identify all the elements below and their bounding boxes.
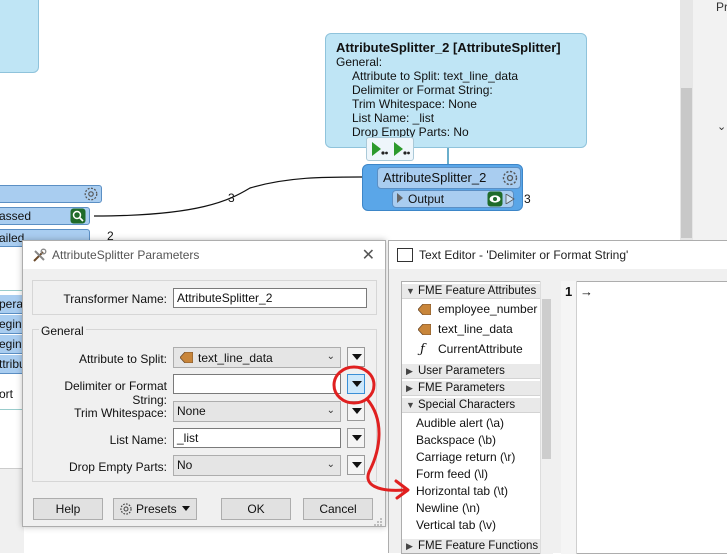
presets-label: Presets bbox=[136, 502, 177, 516]
ok-button[interactable]: OK bbox=[221, 498, 291, 520]
drop-empty-parts-label: Drop Empty Parts: bbox=[68, 460, 167, 474]
attribute-icon bbox=[180, 352, 193, 363]
attribute-to-split-combo[interactable]: text_line_data ⌄ bbox=[173, 347, 341, 368]
parameters-dialog: AttributeSplitter Parameters ✕ Transform… bbox=[22, 240, 386, 527]
line-number-gutter bbox=[561, 281, 577, 554]
output-arrow-icon bbox=[505, 194, 515, 204]
expand-triangle-icon[interactable] bbox=[397, 193, 403, 203]
function-icon: ƒ bbox=[420, 342, 425, 357]
close-icon[interactable]: ✕ bbox=[362, 245, 375, 265]
list-name-input[interactable]: _list bbox=[173, 428, 341, 448]
output-port-label: Output bbox=[408, 192, 445, 206]
trim-whitespace-combo[interactable]: None ⌄ bbox=[173, 401, 341, 422]
drop-empty-parts-value: No bbox=[177, 458, 193, 472]
chevron-down-icon: ▼ bbox=[406, 400, 415, 410]
upstream-transformer[interactable]: assed ailed bbox=[0, 185, 104, 247]
attribute-to-split-value: text_line_data bbox=[198, 351, 273, 365]
tree-item-label: text_line_data bbox=[438, 322, 513, 336]
triangle-down-icon bbox=[182, 506, 190, 511]
general-legend: General bbox=[39, 324, 86, 338]
trim-whitespace-value: None bbox=[177, 404, 206, 418]
category-feature-attributes[interactable]: ▼ FME Feature Attributes bbox=[402, 284, 540, 299]
tree-item-label: CurrentAttribute bbox=[438, 342, 523, 356]
text-editor-title: Text Editor - 'Delimiter or Format Strin… bbox=[419, 248, 629, 262]
trim-whitespace-label: Trim Whitespace: bbox=[74, 406, 167, 420]
text-editor-window: Text Editor - 'Delimiter or Format Strin… bbox=[388, 240, 727, 554]
gear-icon bbox=[120, 503, 132, 515]
chevron-right-icon: ▶ bbox=[406, 541, 413, 551]
category-fme-parameters[interactable]: ▶ FME Parameters bbox=[402, 381, 540, 396]
drop-empty-parts-combo[interactable]: No ⌄ bbox=[173, 455, 341, 476]
attribute-to-split-label: Attribute to Split: bbox=[78, 352, 167, 366]
special-char-item[interactable]: Backspace (\b) bbox=[402, 432, 540, 449]
special-char-item[interactable]: Form feed (\l) bbox=[402, 466, 540, 483]
connection-count: 3 bbox=[228, 191, 235, 205]
triangle-down-icon bbox=[352, 408, 362, 414]
category-label: Special Characters bbox=[418, 399, 516, 411]
feature-count: 3 bbox=[524, 192, 531, 206]
attribute-icon bbox=[418, 324, 431, 335]
transformer-name-label: Transformer Name: bbox=[63, 292, 167, 306]
tree-item-attribute[interactable]: text_line_data bbox=[402, 321, 540, 338]
text-editor-tree: ▼ FME Feature Attributes employee_number … bbox=[401, 281, 553, 554]
delimiter-input[interactable] bbox=[173, 374, 341, 394]
category-label: User Parameters bbox=[418, 365, 505, 377]
presets-button[interactable]: Presets bbox=[113, 498, 197, 520]
transformer-name-input[interactable]: AttributeSplitter_2 bbox=[173, 288, 367, 308]
resize-grip-icon[interactable] bbox=[373, 517, 383, 527]
tree-item-attribute[interactable]: employee_number bbox=[402, 301, 540, 318]
special-char-item[interactable]: Newline (\n) bbox=[402, 500, 540, 517]
help-button[interactable]: Help bbox=[33, 498, 103, 520]
chevron-right-icon: ▶ bbox=[406, 366, 413, 376]
tree-item-function[interactable]: ƒ CurrentAttribute bbox=[402, 341, 540, 358]
delimiter-label: Delimiter or Format String: bbox=[64, 379, 167, 407]
category-user-parameters[interactable]: ▶ User Parameters bbox=[402, 364, 540, 379]
tree-item-label: employee_number bbox=[438, 302, 538, 316]
inspect-magnifier-icon[interactable] bbox=[70, 208, 86, 224]
triangle-down-icon bbox=[352, 354, 362, 360]
transformer-name[interactable]: AttributeSplitter_2 bbox=[383, 170, 486, 185]
category-label: FME Parameters bbox=[418, 382, 505, 394]
special-char-item[interactable]: Vertical tab (\v) bbox=[402, 517, 540, 534]
category-label: FME Feature Functions bbox=[418, 540, 539, 552]
category-label: FME Feature Attributes bbox=[418, 285, 537, 297]
inspect-eye-icon[interactable] bbox=[487, 191, 503, 207]
tree-scrollbar-thumb[interactable] bbox=[542, 299, 551, 459]
category-feature-functions[interactable]: ▶ FME Feature Functions bbox=[402, 539, 540, 553]
transformer-tools-icon bbox=[33, 248, 47, 262]
chevron-right-icon: ▶ bbox=[406, 383, 413, 393]
special-char-item[interactable]: Horizontal tab (\t) bbox=[402, 483, 540, 500]
category-special-characters[interactable]: ▼ Special Characters bbox=[402, 398, 540, 413]
gear-icon[interactable] bbox=[83, 186, 99, 202]
chevron-down-icon: ⌄ bbox=[326, 351, 335, 362]
list-name-label: List Name: bbox=[109, 433, 167, 447]
line-number: 1 bbox=[565, 284, 573, 299]
trim-whitespace-menu-button[interactable] bbox=[347, 401, 365, 421]
dialog-title: AttributeSplitter Parameters bbox=[52, 248, 200, 262]
chevron-down-icon: ⌄ bbox=[326, 459, 335, 470]
triangle-down-icon bbox=[352, 435, 362, 441]
special-char-item[interactable]: Carriage return (\r) bbox=[402, 449, 540, 466]
attribute-to-split-menu-button[interactable] bbox=[347, 347, 365, 367]
triangle-down-icon bbox=[352, 462, 362, 468]
text-editor-icon bbox=[397, 248, 413, 262]
chevron-down-icon: ▼ bbox=[406, 286, 415, 296]
attribute-icon bbox=[418, 304, 431, 315]
chevron-down-icon: ⌄ bbox=[326, 405, 335, 416]
gear-icon[interactable] bbox=[501, 169, 519, 187]
triangle-down-icon bbox=[352, 381, 362, 387]
drop-empty-parts-menu-button[interactable] bbox=[347, 455, 365, 475]
special-char-item[interactable]: Audible alert (\a) bbox=[402, 415, 540, 432]
list-name-menu-button[interactable] bbox=[347, 428, 365, 448]
text-edit-area[interactable] bbox=[561, 281, 727, 554]
cancel-button[interactable]: Cancel bbox=[303, 498, 373, 520]
bottom-panel bbox=[0, 468, 24, 553]
tab-character: → bbox=[580, 284, 593, 299]
delimiter-menu-button[interactable] bbox=[347, 374, 365, 394]
